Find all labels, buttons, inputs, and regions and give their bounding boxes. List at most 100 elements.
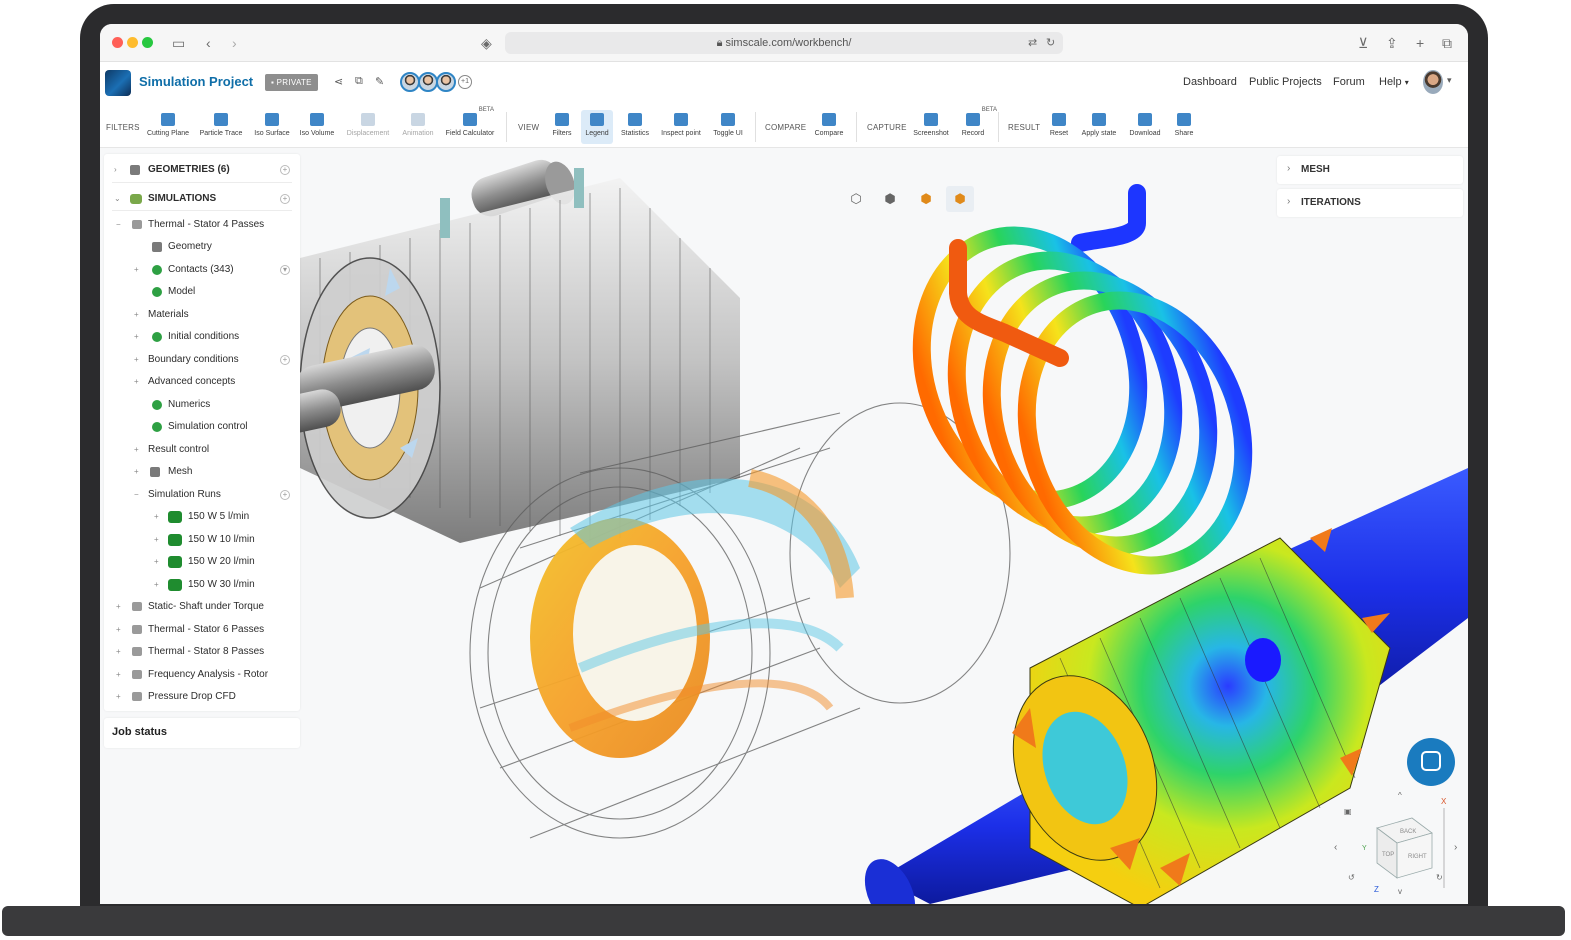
side-view-icon[interactable]: ⬢ (946, 186, 974, 212)
chevron-right-icon[interactable]: › (114, 160, 117, 180)
user-avatar[interactable] (1423, 70, 1443, 94)
tree-item-thermal-stator-4[interactable]: − Thermal - Stator 4 Passes (104, 215, 300, 235)
new-tab-icon[interactable]: + (1416, 33, 1424, 53)
cutting-plane-button[interactable]: Cutting Plane (140, 110, 196, 144)
expand-icon[interactable]: + (154, 530, 159, 550)
expand-icon[interactable]: + (154, 552, 159, 572)
expand-icon[interactable]: + (134, 440, 139, 460)
tree-item-simulation-runs[interactable]: − Simulation Runs + (104, 485, 300, 505)
tree-item-run[interactable]: + 150 W 20 l/min (104, 552, 300, 572)
nav-forum[interactable]: Forum (1333, 76, 1365, 88)
collapse-icon[interactable]: − (134, 485, 139, 505)
displacement-button[interactable]: Displacement (340, 110, 396, 144)
nav-help[interactable]: Help ▾ (1379, 76, 1409, 88)
front-view-icon[interactable]: ⬢ (912, 186, 940, 212)
camera-icon[interactable]: ▣ (1344, 807, 1352, 816)
3d-viewport[interactable]: ⬡ ⬢ ⬢ ⬢ › GEOMETRIES (6) + ⌄ SIMULATIONS… (100, 148, 1468, 904)
chat-support-button[interactable] (1407, 738, 1455, 786)
tree-item-mesh[interactable]: + Mesh (104, 462, 300, 482)
field-calculator-button[interactable]: BETA Field Calculator (442, 107, 498, 144)
rotate-left-icon[interactable]: ‹ (1334, 842, 1337, 853)
record-button[interactable]: BETA Record (945, 107, 1001, 144)
project-title[interactable]: Simulation Project (139, 74, 253, 89)
tree-item-static-shaft[interactable]: + Static- Shaft under Torque (104, 597, 300, 617)
filter-icon[interactable]: ▾ (280, 265, 290, 275)
tree-item-boundary-conditions[interactable]: + Boundary conditions + (104, 350, 300, 370)
job-status-panel[interactable]: Job status (104, 718, 300, 748)
tree-item-contacts[interactable]: + Contacts (343) ▾ (104, 260, 300, 280)
rotate-up-icon[interactable]: ^ (1398, 791, 1402, 800)
expand-icon[interactable]: + (116, 620, 121, 640)
expand-icon[interactable]: + (116, 687, 121, 707)
expand-icon[interactable]: + (134, 327, 139, 347)
toggle-ui-button[interactable]: Toggle UI (700, 110, 756, 144)
collaborator-avatar[interactable] (418, 72, 438, 92)
rotate-ccw-icon[interactable]: ↺ (1348, 873, 1355, 882)
expand-icon[interactable]: + (134, 305, 139, 325)
back-chevron-icon[interactable]: ‹ (206, 33, 211, 53)
private-badge[interactable]: ▪ PRIVATE (265, 74, 318, 91)
expand-icon[interactable]: + (116, 665, 121, 685)
forward-chevron-icon[interactable]: › (232, 33, 237, 53)
tree-item-run[interactable]: + 150 W 10 l/min (104, 530, 300, 550)
tree-item-pressure-drop[interactable]: + Pressure Drop CFD (104, 687, 300, 707)
tree-item-initial-conditions[interactable]: + Initial conditions (104, 327, 300, 347)
animation-button[interactable]: Animation (390, 110, 446, 144)
nav-public-projects[interactable]: Public Projects (1249, 76, 1322, 88)
iterations-panel[interactable]: › ITERATIONS (1277, 189, 1463, 217)
iso-view-icon[interactable]: ⬡ (842, 186, 870, 212)
share-icon[interactable]: ⇪ (1386, 33, 1398, 53)
translate-icon[interactable]: ⇄ (1028, 33, 1037, 53)
rotate-right-icon[interactable]: › (1454, 842, 1457, 853)
chevron-down-icon[interactable]: ⌄ (114, 189, 121, 209)
tree-item-simulation-control[interactable]: Simulation control (104, 417, 300, 437)
tree-item-geometry[interactable]: Geometry (104, 237, 300, 257)
download-icon[interactable]: ⊻ (1358, 33, 1368, 53)
address-bar[interactable]: 🔒︎ simscale.com/workbench/ (505, 32, 1063, 54)
grey-motor-model[interactable] (248, 155, 740, 543)
simulation-render[interactable] (100, 148, 1468, 904)
collaborator-avatar[interactable] (400, 72, 420, 92)
particle-trace-button[interactable]: Particle Trace (193, 110, 249, 144)
add-icon[interactable]: + (280, 194, 290, 204)
tree-item-run[interactable]: + 150 W 30 l/min (104, 575, 300, 595)
reload-icon[interactable]: ↻ (1046, 33, 1055, 53)
tree-item-materials[interactable]: + Materials (104, 305, 300, 325)
tabs-overview-icon[interactable]: ⧉ (1442, 33, 1452, 53)
tree-item-thermal-stator-6[interactable]: + Thermal - Stator 6 Passes (104, 620, 300, 640)
share-project-icon[interactable]: ⋖ (334, 75, 343, 88)
collaborator-avatar[interactable] (436, 72, 456, 92)
expand-icon[interactable]: + (154, 575, 159, 595)
tree-item-result-control[interactable]: + Result control (104, 440, 300, 460)
expand-icon[interactable]: + (134, 372, 139, 392)
expand-icon[interactable]: + (154, 507, 159, 527)
mesh-panel[interactable]: › MESH (1277, 156, 1463, 184)
shield-icon[interactable]: ◈ (481, 33, 492, 53)
tree-item-thermal-stator-8[interactable]: + Thermal - Stator 8 Passes (104, 642, 300, 662)
chevron-down-icon[interactable]: ▾ (1447, 75, 1452, 86)
nav-dashboard[interactable]: Dashboard (1183, 76, 1237, 88)
compare-button[interactable]: Compare (801, 110, 857, 144)
tree-item-frequency-analysis[interactable]: + Frequency Analysis - Rotor (104, 665, 300, 685)
tree-item-numerics[interactable]: Numerics (104, 395, 300, 415)
edit-project-icon[interactable]: ✎ (375, 75, 384, 88)
minimize-window-dot[interactable] (127, 37, 138, 48)
expand-icon[interactable]: + (116, 642, 121, 662)
copy-project-icon[interactable]: ⧉ (355, 75, 363, 88)
tree-geometries[interactable]: › GEOMETRIES (6) + (104, 160, 300, 180)
solid-view-icon[interactable]: ⬢ (876, 186, 904, 212)
zoom-window-dot[interactable] (142, 37, 153, 48)
expand-icon[interactable]: + (134, 350, 139, 370)
more-collaborators-badge[interactable]: +1 (458, 75, 472, 89)
expand-icon[interactable]: + (134, 462, 139, 482)
sidebar-toggle-icon[interactable]: ▭ (172, 33, 185, 53)
navigation-cube[interactable]: BACK TOP RIGHT ^ ‹ › v ▣ ↺ ↻ X Y Z (1332, 788, 1462, 898)
add-icon[interactable]: + (280, 490, 290, 500)
tree-item-run[interactable]: + 150 W 5 l/min (104, 507, 300, 527)
rotate-down-icon[interactable]: v (1398, 887, 1402, 896)
tree-item-advanced-concepts[interactable]: + Advanced concepts (104, 372, 300, 392)
cooling-coil-model[interactable] (888, 184, 1276, 594)
rotate-cw-icon[interactable]: ↻ (1436, 873, 1443, 882)
tree-item-model[interactable]: Model (104, 282, 300, 302)
collapse-icon[interactable]: − (116, 215, 121, 235)
